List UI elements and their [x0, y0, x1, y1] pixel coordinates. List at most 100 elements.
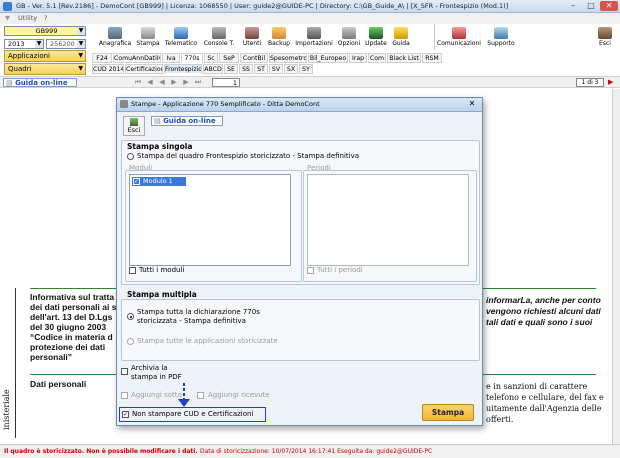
tutti-moduli-checkbox[interactable] — [129, 267, 136, 274]
tab-sv[interactable]: SV — [269, 64, 283, 74]
doc-right-line-2: vengono richiesti alcuni dati — [486, 306, 601, 316]
dialog-close-button[interactable]: ✕ — [465, 99, 479, 109]
tab-certificazioni[interactable]: Certificazioni — [125, 64, 163, 74]
tab-sep[interactable]: SeP — [219, 53, 239, 63]
toolbar-console-button[interactable]: Console T. — [200, 26, 238, 50]
tab-ss[interactable]: SS — [239, 64, 253, 74]
stampe-dialog: Stampe - Applicazione 770 Semplificato -… — [116, 97, 483, 426]
aggiungi-ricevute-checkbox[interactable] — [197, 392, 204, 399]
page-number-input[interactable]: 1 — [212, 78, 240, 87]
doc-left-line-6: protezione dei dati — [30, 342, 106, 352]
stampa-multipla-heading: Stampa multipla — [127, 290, 197, 299]
app-icon — [3, 2, 12, 11]
status-warning: Il quadro è storicizzato. Non è possibil… — [4, 448, 198, 455]
company-select[interactable]: GB999 ▼ — [4, 26, 86, 36]
guida-online-button[interactable]: ▤ Guida on-line — [3, 78, 77, 87]
toolbar-opzioni-button[interactable]: Opzioni — [336, 26, 362, 50]
toolbar-supporto-button[interactable]: Supporto — [484, 26, 518, 50]
tab-com[interactable]: Com — [368, 53, 386, 63]
tab-irap[interactable]: Irap — [349, 53, 367, 63]
tab-iva[interactable]: Iva — [162, 53, 180, 63]
tab-comuanndatiiva[interactable]: ComuAnnDatiIva — [113, 53, 161, 63]
doc-right-bottom-line-2: telefono e cellulare, del fax e — [486, 393, 604, 402]
tab-abcd[interactable]: ABCD — [203, 64, 223, 74]
tab-frontespizio[interactable]: Frontespizio — [164, 64, 202, 74]
tutti-moduli-label: Tutti i moduli — [139, 266, 185, 274]
vertical-scrollbar[interactable] — [612, 89, 620, 444]
printer-icon — [120, 100, 128, 108]
aggiungi-sottoquadri-checkbox[interactable] — [121, 392, 128, 399]
nav-last-icon[interactable]: ⏭ — [194, 78, 202, 86]
minimize-button[interactable]: – — [564, 1, 582, 11]
list-item[interactable]: ✓ Modulo 1 — [132, 177, 186, 186]
doc-left-line-3: dell'art. 13 del D.Lgs — [30, 312, 113, 322]
toolbar-comunicazioni-button[interactable]: Comunicazioni — [436, 26, 482, 50]
page-count-display: 1 di 3 — [576, 78, 604, 87]
status-info: Data di storicizzazione: 10/07/2014 16:1… — [200, 448, 433, 455]
book-icon: ▤ — [154, 117, 161, 125]
code-select[interactable]: 256200 ▼ — [46, 39, 86, 49]
nav-prev-page-icon[interactable]: ◀ — [146, 78, 154, 86]
toolbar-importazioni-button[interactable]: Importazioni — [294, 26, 334, 50]
applicazioni-select[interactable]: Applicazioni ▼ — [4, 50, 86, 62]
toolbar-utenti-button[interactable]: Utenti — [240, 26, 264, 50]
radio-stampa-applicazioni[interactable] — [127, 338, 134, 345]
radio-stampa-dichiarazione[interactable] — [127, 313, 134, 320]
doc-right-bottom-line-1: e in sanzioni di carattere — [486, 382, 588, 391]
doc-left-line-1: Informativa sul tratta — [30, 292, 115, 302]
tab-770s[interactable]: 770s — [181, 53, 203, 63]
toolbar-update-button[interactable]: Update — [364, 26, 388, 50]
nav-prev-icon[interactable]: ◀ — [158, 78, 166, 86]
toolbar-esci-button[interactable]: Esci — [594, 26, 616, 50]
toolbar-anagrafica-button[interactable]: Anagrafica — [98, 26, 132, 50]
tab-spesometro[interactable]: Spesometro — [269, 53, 307, 63]
next-arrow-icon[interactable]: ▶ — [608, 78, 616, 86]
nav-first-icon[interactable]: ⏮ — [134, 78, 142, 86]
window-title: GB - Ver. 5.1 [Rev.2186] - DemoCont [GB9… — [16, 2, 509, 10]
tutti-periodi-checkbox[interactable] — [307, 267, 314, 274]
toolbar-telematico-button[interactable]: Telematico — [164, 26, 198, 50]
tab-contbil[interactable]: ContBil — [240, 53, 268, 63]
tab-sx[interactable]: SX — [284, 64, 298, 74]
toolbar-guida-button[interactable]: Guida — [390, 26, 412, 50]
non-stampare-cud-checkbox[interactable]: ✓ — [122, 411, 129, 418]
stampa-button[interactable]: Stampa — [422, 404, 474, 421]
dialog-guida-online-button[interactable]: ▤ Guida on-line — [151, 116, 223, 126]
tab-sy[interactable]: SY — [299, 64, 313, 74]
modulo-checkbox[interactable]: ✓ — [133, 178, 140, 185]
menu-help[interactable]: ? — [44, 14, 47, 22]
dialog-esci-button[interactable]: Esci — [123, 116, 145, 136]
tab-st[interactable]: ST — [254, 64, 268, 74]
periodi-list[interactable] — [307, 174, 469, 266]
maximize-button[interactable]: □ — [582, 1, 600, 11]
tab-bil-europeo[interactable]: Bil_Europeo — [308, 53, 348, 63]
moduli-list[interactable]: ✓ Modulo 1 — [129, 174, 291, 266]
chevron-down-icon: ▼ — [77, 40, 85, 48]
nav-next-page-icon[interactable]: ▶ — [182, 78, 190, 86]
tab-se[interactable]: SE — [224, 64, 238, 74]
quadri-select[interactable]: Quadri ▼ — [4, 63, 86, 75]
tab-cud-2014[interactable]: CUD 2014 — [92, 64, 124, 74]
users-icon — [245, 27, 259, 39]
year-select[interactable]: 2013 ▼ — [4, 39, 44, 49]
toolbar-stampa-button[interactable]: Stampa — [134, 26, 162, 50]
radio-stampa-applicazioni-label: Stampa tutte le applicazioni storicizzat… — [137, 337, 278, 345]
close-button[interactable]: ✕ — [600, 1, 618, 11]
import-icon — [307, 27, 321, 39]
tab-black-list[interactable]: Black List — [387, 53, 421, 63]
non-stampare-cud-label: Non stampare CUD e Certificazioni — [132, 410, 254, 418]
radio-stampa-dichiarazione-label-1: Stampa tutta la dichiarazione 770s — [137, 308, 260, 316]
exit-door-icon — [598, 27, 612, 39]
tab-rsm[interactable]: RSM — [422, 53, 442, 63]
archivia-pdf-checkbox[interactable] — [121, 368, 128, 375]
nav-next-icon[interactable]: ▶ — [170, 78, 178, 86]
menu-utility[interactable]: Utility — [18, 14, 37, 22]
tab-f24[interactable]: F24 — [92, 53, 112, 63]
tab-sc[interactable]: Sc — [204, 53, 218, 63]
app-menu-icon[interactable]: ▼ — [5, 14, 10, 22]
printer-icon — [141, 27, 155, 39]
doc-right-bottom-line-4: offerti. — [486, 415, 514, 424]
toolbar-backup-button[interactable]: Backup — [266, 26, 292, 50]
radio-stampa-quadro[interactable] — [127, 153, 134, 160]
doc-left-line-4: del 30 giugno 2003 — [30, 322, 107, 332]
